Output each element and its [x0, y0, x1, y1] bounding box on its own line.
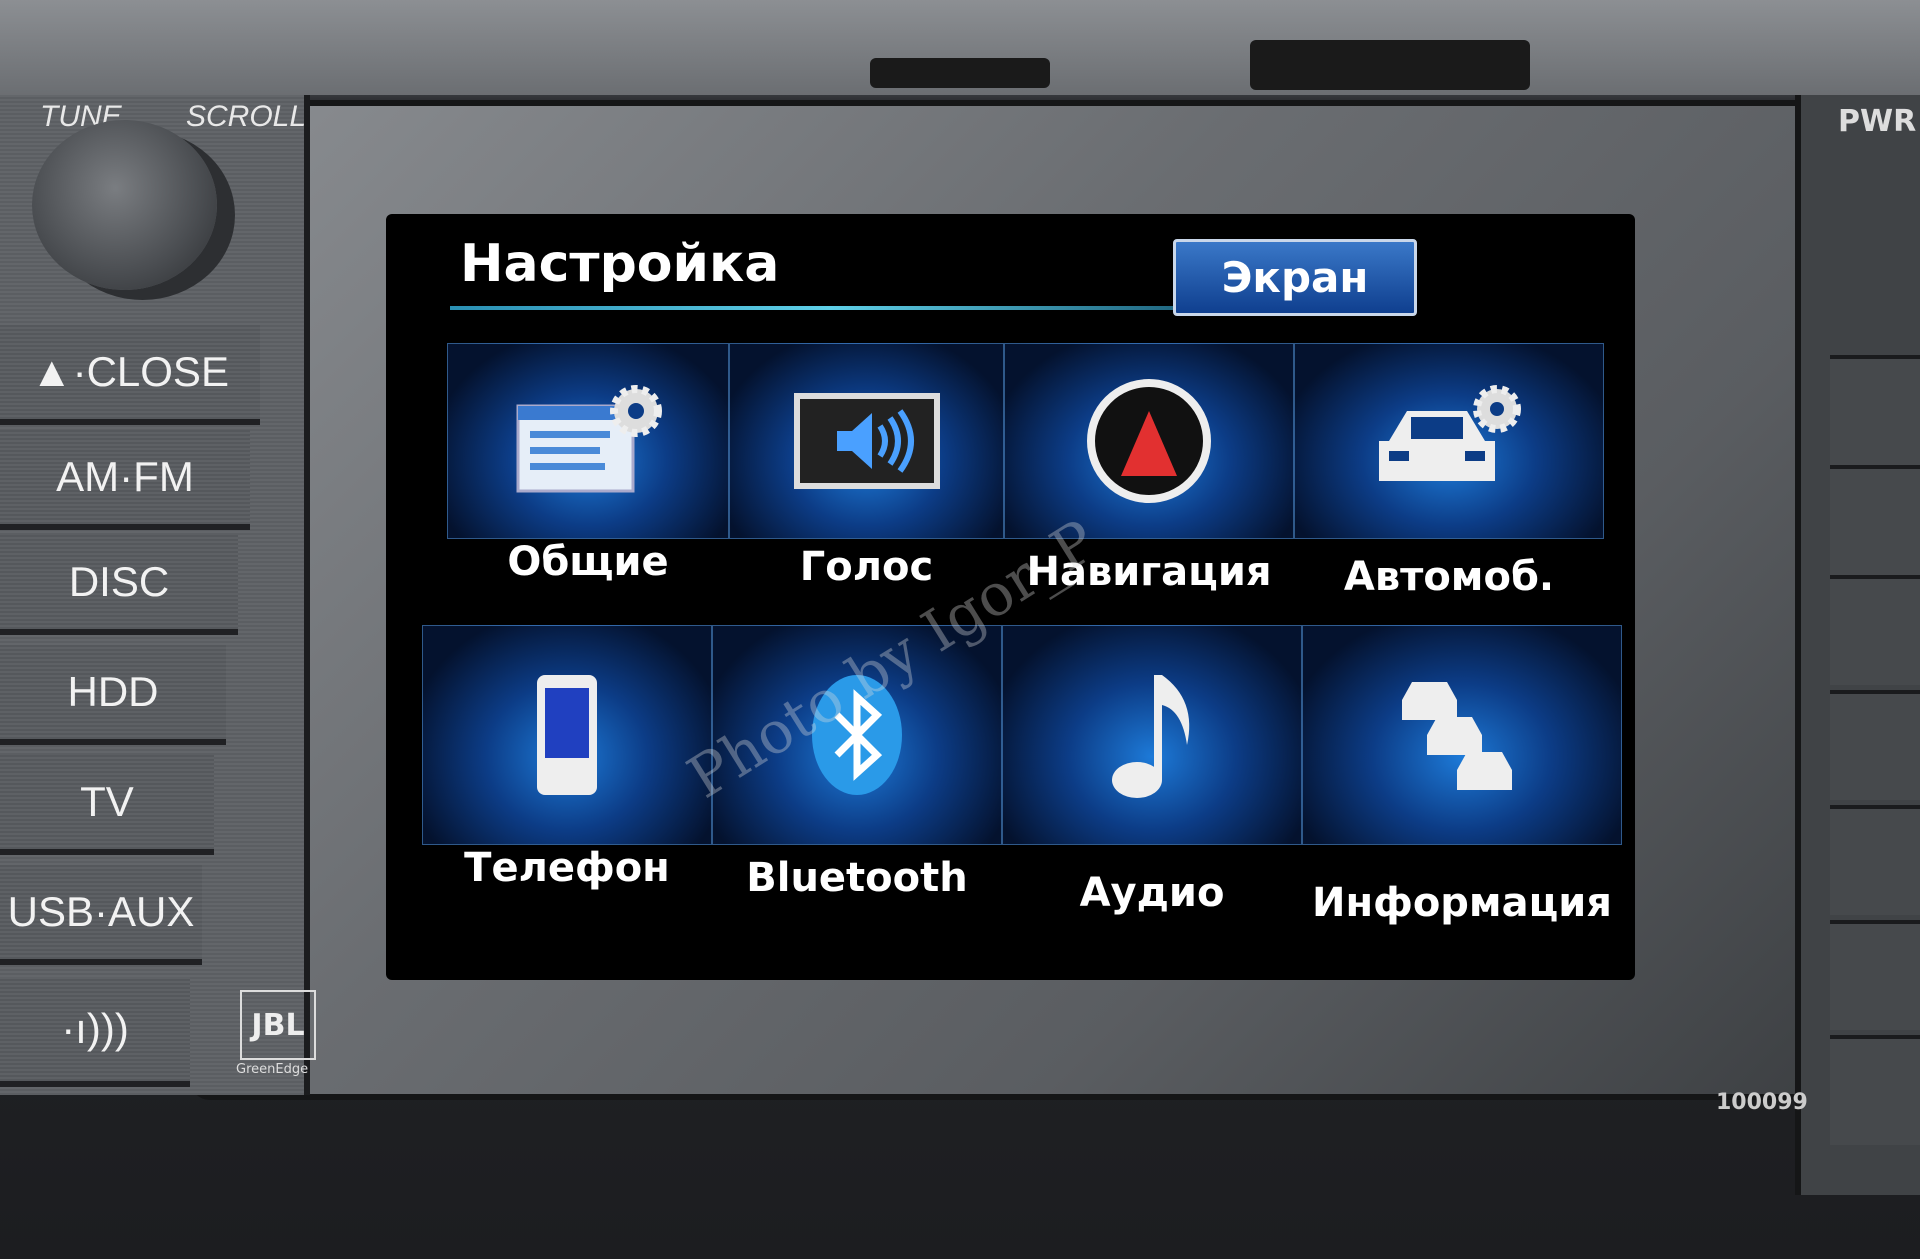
usb-aux-button[interactable]: USB·AUX [0, 865, 202, 965]
menu-item-navigation[interactable] [1004, 343, 1294, 539]
car-gear-icon [1379, 385, 1521, 481]
traffic-cars-icon [1402, 682, 1512, 790]
felt-pad [870, 58, 1050, 88]
menu-label-audio: Аудио [1079, 870, 1225, 916]
right-hw-button[interactable] [1830, 465, 1920, 575]
hdd-button[interactable]: HDD [0, 645, 226, 745]
menu-label-vehicle: Автомоб. [1343, 554, 1555, 600]
menu-label-phone: Телефон [464, 845, 670, 891]
right-hw-button[interactable] [1830, 920, 1920, 1030]
menu-item-audio[interactable] [1002, 625, 1302, 845]
screen-settings-button[interactable]: Экран [1173, 239, 1417, 316]
menu-item-voice[interactable] [729, 343, 1004, 539]
serial-number: 100099 [1716, 1090, 1808, 1115]
right-hw-button[interactable] [1830, 355, 1920, 465]
greenedge-text: GreenEdge [236, 1062, 309, 1077]
close-button[interactable]: ▲·CLOSE [0, 325, 260, 425]
menu-item-vehicle[interactable] [1294, 343, 1604, 539]
right-hw-button[interactable] [1830, 1035, 1920, 1145]
voice-button[interactable]: ·ı))) [0, 977, 190, 1087]
jbl-logo-text: JBL [251, 1007, 305, 1043]
music-note-icon [1112, 675, 1190, 798]
scroll-label: SCROLL [186, 100, 307, 133]
tune-scroll-knob[interactable] [32, 120, 217, 290]
right-hw-button[interactable] [1830, 690, 1920, 800]
title-divider [450, 306, 1210, 310]
menu-label-info: Информация [1312, 880, 1612, 926]
page-title: Настройка [460, 234, 780, 294]
settings-window-gear-icon [516, 385, 662, 493]
menu-item-phone[interactable] [422, 625, 712, 845]
compass-icon [1087, 379, 1211, 503]
disc-button[interactable]: DISC [0, 535, 238, 635]
jbl-logo: JBL [240, 990, 316, 1060]
phone-icon [537, 675, 597, 795]
power-label: PWR [1838, 104, 1917, 139]
touch-screen: Настройка Экран Общие Голос Навигация Ав… [386, 214, 1635, 980]
menu-label-general: Общие [507, 539, 669, 585]
menu-item-general[interactable] [447, 343, 729, 539]
menu-label-bluetooth: Bluetooth [746, 855, 968, 901]
felt-pad [1250, 40, 1530, 90]
menu-item-info[interactable] [1302, 625, 1622, 845]
tv-button[interactable]: TV [0, 755, 214, 855]
right-hw-button[interactable] [1830, 805, 1920, 915]
right-hw-button[interactable] [1830, 575, 1920, 685]
speaker-icon [793, 393, 940, 489]
am-fm-button[interactable]: AM·FM [0, 430, 250, 530]
